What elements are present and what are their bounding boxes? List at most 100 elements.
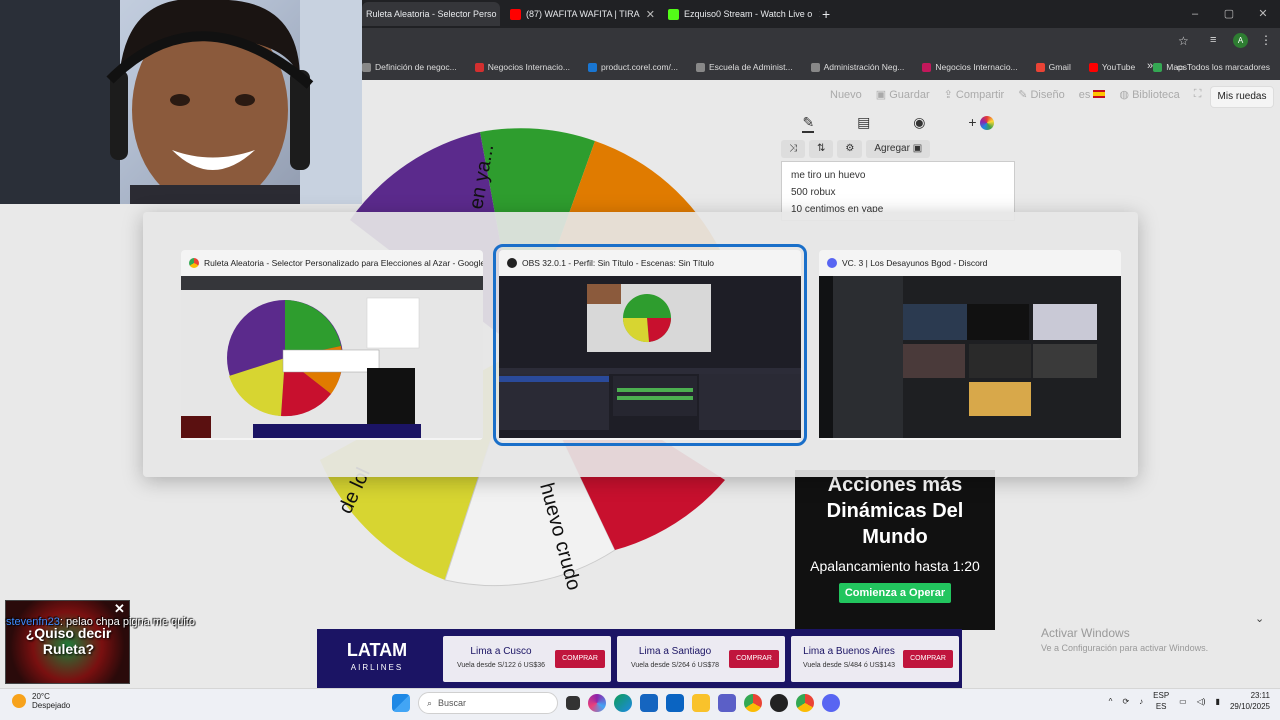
weather-widget[interactable]: 20°C Despejado — [12, 692, 70, 710]
share-button[interactable]: ⇪ Compartir — [944, 88, 1005, 101]
tab-youtube[interactable]: (87) WAFITA WAFITA | TIRA ✕ — [506, 2, 656, 26]
minimize-button[interactable]: – — [1178, 0, 1212, 28]
store-icon[interactable] — [640, 694, 658, 712]
bookmark-label: Escuela de Administ... — [708, 62, 793, 72]
pencil-icon[interactable]: ✎ — [802, 114, 815, 133]
new-tab-button[interactable]: + — [822, 2, 838, 26]
window-preview — [181, 276, 483, 438]
bookmark-item[interactable]: Definición de negoc... — [362, 62, 457, 72]
tab-kick[interactable]: Ezquiso0 Stream - Watch Live o ✕ — [664, 2, 820, 26]
bookmark-item[interactable]: Negocios Internacio... — [922, 62, 1018, 72]
bookmark-label: Negocios Internacio... — [935, 62, 1018, 72]
teams-icon[interactable] — [718, 694, 736, 712]
chrome-icon[interactable] — [744, 694, 762, 712]
more-bookmarks-button[interactable]: » — [1147, 60, 1153, 72]
switcher-window-obs[interactable]: OBS 32.0.1 - Perfil: Sin Título - Escena… — [493, 244, 807, 446]
offer-card[interactable]: Lima a Santiago Vuela desde S/264 ó US$7… — [617, 635, 785, 682]
design-button[interactable]: ✎ Diseño — [1018, 88, 1065, 101]
my-wheels-button[interactable]: Mis ruedas — [1210, 86, 1274, 108]
offer-title: Lima a Cusco — [470, 645, 532, 657]
editor-tabs: ✎ ▤ ◉ + — [781, 114, 1016, 133]
bookmark-gmail[interactable]: Gmail — [1035, 62, 1071, 72]
volume-icon[interactable]: ◁) — [1197, 697, 1206, 706]
offer-card[interactable]: Lima a Cusco Vuela desde S/122 ó US$36 C… — [443, 635, 611, 682]
save-icon: ▣ — [875, 89, 890, 101]
brand-name: LATAM — [346, 639, 408, 660]
chevron-down-icon[interactable]: ⌄ — [1255, 612, 1264, 625]
activate-sub: Ve a Configuración para activar Windows. — [1041, 643, 1209, 653]
taskbar-search[interactable]: ⌕ Buscar — [418, 692, 558, 714]
add-button[interactable]: Agregar ▣ — [866, 140, 931, 158]
bookmark-youtube[interactable]: YouTube — [1088, 62, 1135, 72]
chat-alert-image: ¿Quiso decir Ruleta? — [5, 600, 130, 684]
fullscreen-icon[interactable]: ⛶ — [1194, 88, 1202, 101]
settings-icon[interactable]: ⚙ — [837, 140, 863, 158]
latam-banner-ad[interactable]: LATAM AIRLINES Lima a Cusco Vuela desde … — [317, 629, 962, 688]
save-button[interactable]: ▣ Guardar — [876, 88, 930, 101]
bookmark-icon — [474, 62, 484, 72]
battery-icon[interactable]: ▮ — [1216, 697, 1220, 706]
library-label: Biblioteca — [1132, 89, 1180, 101]
bookmark-item[interactable]: Escuela de Administ... — [695, 62, 793, 72]
offer-card[interactable]: Lima a Buenos Aires Vuela desde S/484 ó … — [791, 635, 959, 682]
copilot-icon[interactable] — [588, 694, 606, 712]
avatar[interactable]: A — [1233, 33, 1248, 48]
obs-icon[interactable] — [770, 694, 788, 712]
close-icon[interactable]: ✕ — [818, 8, 820, 21]
all-bookmarks-button[interactable]: ▭ Todos los marcadores — [1177, 54, 1270, 80]
library-button[interactable]: ◍ Biblioteca — [1119, 88, 1179, 101]
menu-icon[interactable]: ⋮ — [1260, 33, 1272, 47]
clipboard-icon[interactable]: ▤ — [857, 114, 870, 133]
switcher-window-discord[interactable]: VC. 3 | Los Desayunos Bgod - Discord — [819, 250, 1121, 440]
latam-logo: LATAM AIRLINES — [317, 641, 437, 677]
editor-actions: ⤨ ⇅ ⚙ Agregar ▣ — [781, 140, 931, 158]
sync-icon[interactable]: ⟳ — [1122, 697, 1129, 706]
discord-icon[interactable] — [822, 694, 840, 712]
sort-icon[interactable]: ⇅ — [809, 140, 834, 158]
tab-ruleta[interactable]: Ruleta Aleatoria - Selector Perso ✕ — [362, 2, 500, 26]
tab-label: Ruleta Aleatoria - Selector Perso — [366, 9, 497, 19]
share-label: Compartir — [955, 89, 1005, 101]
bookmark-item[interactable]: product.corel.com/... — [587, 62, 678, 72]
new-button[interactable]: Nuevo — [830, 89, 862, 101]
file-explorer-icon[interactable] — [692, 694, 710, 712]
pencil-icon: ✎ — [1018, 89, 1031, 101]
windows-start-icon[interactable] — [392, 694, 410, 712]
switcher-window-chrome[interactable]: Ruleta Aleatoria - Selector Personalizad… — [181, 250, 483, 440]
task-view-icon[interactable] — [566, 696, 580, 710]
buy-button[interactable]: COMPRAR — [729, 649, 779, 668]
close-icon[interactable]: ✕ — [114, 601, 125, 617]
close-icon[interactable]: ✕ — [646, 8, 655, 21]
outlook-icon[interactable] — [666, 694, 684, 712]
folder-icon: ▭ — [1176, 62, 1187, 72]
time: 23:11 — [1250, 691, 1270, 700]
side-ad[interactable]: Acciones más Dinámicas Del Mundo Apalanc… — [795, 470, 995, 630]
eye-off-icon[interactable]: ◉ — [913, 114, 925, 133]
edge-icon[interactable] — [614, 694, 632, 712]
language-indicator[interactable]: ESP ES — [1153, 690, 1169, 712]
gmail-icon — [1035, 62, 1045, 72]
microphone-icon[interactable]: ♪ — [1139, 697, 1143, 706]
close-window-button[interactable]: ✕ — [1246, 0, 1280, 28]
media-icon[interactable]: ≡ — [1210, 34, 1216, 46]
plus-icon: + — [822, 6, 831, 22]
monitor-icon[interactable]: ▭ — [1179, 697, 1187, 706]
buy-button[interactable]: COMPRAR — [555, 649, 605, 668]
bookmark-icon — [810, 62, 820, 72]
chrome-profile-icon[interactable] — [796, 694, 814, 712]
add-color-icon[interactable]: + — [968, 114, 995, 133]
shuffle-icon[interactable]: ⤨ — [781, 140, 805, 158]
maximize-button[interactable]: ▢ — [1212, 0, 1246, 28]
clock[interactable]: 23:11 29/10/2025 — [1230, 690, 1270, 712]
spain-flag-icon — [1093, 89, 1106, 98]
star-icon[interactable]: ☆ — [1178, 34, 1189, 48]
window-title: OBS 32.0.1 - Perfil: Sin Título - Escena… — [522, 258, 714, 268]
keyboard-layout: ES — [1155, 702, 1167, 711]
ad-cta-button[interactable]: Comienza a Operar — [839, 583, 951, 603]
buy-button[interactable]: COMPRAR — [903, 649, 953, 668]
language-button[interactable]: es — [1079, 89, 1106, 101]
bookmark-item[interactable]: Negocios Internacio... — [474, 62, 570, 72]
ad-headline: Acciones más Dinámicas Del Mundo — [826, 474, 964, 548]
chevron-up-icon[interactable]: ^ — [1109, 697, 1113, 706]
bookmark-item[interactable]: Administración Neg... — [810, 62, 904, 72]
